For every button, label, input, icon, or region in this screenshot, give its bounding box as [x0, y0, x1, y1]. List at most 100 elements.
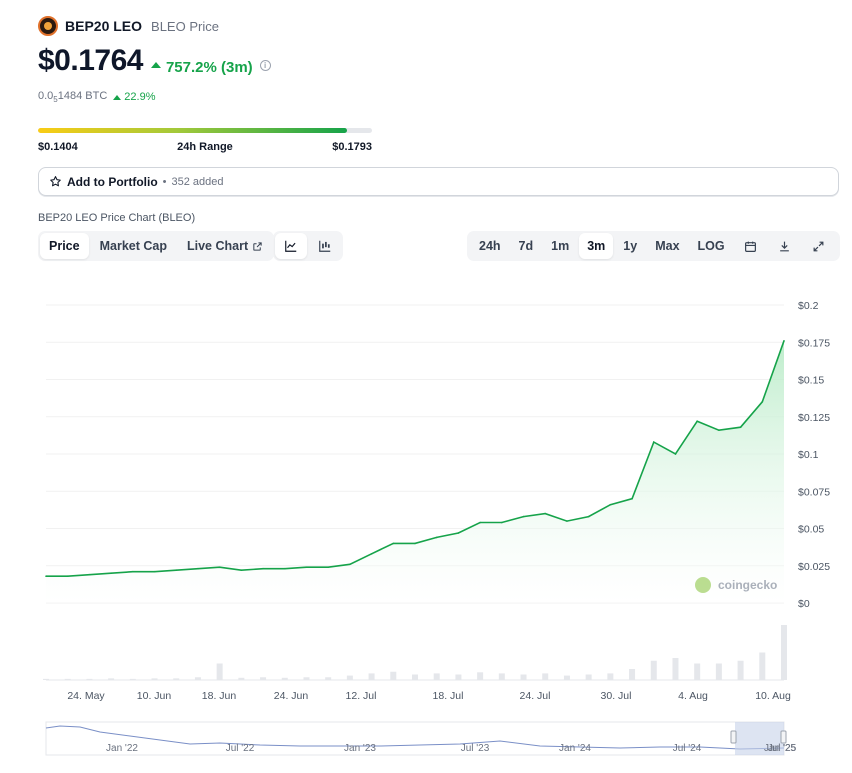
navigator-tick-label: Jul '24	[673, 743, 702, 754]
volume-bar	[477, 672, 484, 680]
navigator-tick-label: Jan '22	[106, 743, 138, 754]
navigator-tick-label: Jul '23	[461, 743, 490, 754]
y-tick-label: $0	[798, 598, 810, 610]
price-point	[392, 542, 395, 545]
volume-bar	[368, 673, 375, 680]
y-tick-label: $0.05	[798, 524, 824, 536]
portfolio-added-count: 352 added	[171, 175, 224, 188]
volume-bar	[607, 673, 614, 680]
price-point	[501, 521, 503, 524]
volume-bar	[520, 674, 527, 680]
range-7d[interactable]: 7d	[511, 233, 542, 259]
line-chart-button[interactable]	[275, 233, 307, 259]
range-label: 24h Range	[177, 141, 233, 153]
24h-range-fill	[38, 128, 347, 133]
x-tick-label: 18. Jun	[202, 690, 237, 702]
price-point	[761, 401, 764, 403]
price-point	[349, 563, 351, 566]
price-chart[interactable]: $0 $0.025 $0.05 $0.075 $0.1 $0.125 $0.15 $0.175…	[0, 270, 852, 710]
volume-bar	[542, 673, 549, 680]
x-tick-label: 4. Aug	[678, 690, 708, 702]
price-point	[783, 339, 785, 342]
price-point	[414, 542, 416, 545]
portfolio-label: Add to Portfolio	[67, 174, 158, 189]
coin-header: BEP20 LEO BLEO Price	[38, 16, 219, 36]
range-1m[interactable]: 1m	[543, 233, 577, 259]
y-tick-label: $0.125	[798, 412, 830, 424]
price-point	[305, 566, 308, 569]
navigator-tick-label: Jul '22	[226, 743, 255, 754]
fullscreen-button[interactable]	[803, 233, 835, 259]
candlestick-chart-button[interactable]	[309, 233, 341, 259]
time-range-selector: 24h 7d 1m 3m 1y Max LOG	[467, 231, 840, 261]
y-tick-label: $0.1	[798, 449, 819, 461]
calendar-icon	[745, 241, 757, 252]
chart-type-tabs: Price Market Cap Live Chart	[38, 231, 275, 261]
tab-price[interactable]: Price	[40, 233, 89, 259]
range-3m[interactable]: 3m	[579, 233, 614, 259]
volume-bar	[216, 663, 223, 680]
btc-price: 0.051484 BTC	[38, 90, 108, 105]
download-icon	[780, 241, 789, 251]
info-icon[interactable]: i	[259, 59, 271, 71]
volume-bar	[433, 673, 440, 680]
range-24h[interactable]: 24h	[471, 233, 509, 259]
price-point	[739, 426, 742, 428]
price-point	[327, 566, 329, 569]
price-point	[153, 570, 156, 573]
calendar-button[interactable]	[735, 233, 767, 259]
price-point	[457, 532, 460, 534]
line-chart-icon	[285, 240, 297, 252]
navigator-tick-label: Jan '24	[559, 743, 591, 754]
x-tick-label: 10. Aug	[755, 690, 791, 702]
price-point	[283, 567, 286, 570]
price-point	[197, 567, 199, 570]
y-tick-label: $0.075	[798, 486, 830, 498]
range-1y[interactable]: 1y	[615, 233, 645, 259]
volume-bar	[650, 660, 657, 680]
caret-up-icon	[113, 94, 122, 100]
24h-range-labels: $0.1404 24h Range $0.1793	[38, 141, 372, 153]
price-point	[609, 503, 612, 506]
price-point	[718, 429, 720, 431]
x-tick-label: 12. Jul	[346, 690, 377, 702]
coin-logo	[38, 16, 58, 36]
price-point	[674, 453, 677, 455]
price-point	[479, 521, 481, 524]
range-navigator[interactable]: Jan '22 Jul '22 Jan '23 Jul '23 Jan '24 Jul '…	[0, 718, 852, 773]
external-link-icon	[253, 241, 262, 251]
price-point	[45, 575, 47, 577]
caret-up-icon	[150, 62, 161, 68]
tab-market-cap[interactable]: Market Cap	[91, 233, 176, 259]
chart-view-toggle	[273, 231, 343, 261]
range-high: $0.1793	[332, 141, 372, 153]
volume-bar	[759, 652, 766, 680]
volume-bar	[737, 660, 744, 680]
price-change-value: 757.2% (3m)	[165, 58, 253, 76]
volume-bar	[672, 658, 679, 680]
watermark-text: coingecko	[718, 578, 777, 592]
chart-title: BEP20 LEO Price Chart (BLEO)	[38, 212, 196, 224]
price-point	[66, 575, 69, 577]
price-point	[175, 569, 178, 572]
add-to-portfolio-button[interactable]: Add to Portfolio • 352 added	[38, 167, 839, 196]
tab-live-chart[interactable]: Live Chart	[178, 233, 272, 259]
price-point	[696, 420, 698, 423]
volume-bar	[715, 663, 722, 680]
star-icon	[50, 176, 61, 187]
range-low: $0.1404	[38, 141, 78, 153]
volume-bar	[629, 669, 636, 680]
range-max[interactable]: Max	[647, 233, 687, 259]
price-point	[652, 441, 655, 443]
price-row: $0.1764 757.2% (3m) i	[38, 44, 271, 78]
x-tick-label: 24. May	[67, 690, 105, 702]
volume-bar	[455, 674, 462, 680]
price-point	[240, 569, 243, 572]
navigator-tick-label: Jan '23	[344, 743, 376, 754]
portfolio-separator: •	[162, 175, 167, 188]
x-tick-label: 10. Jun	[137, 690, 172, 702]
range-log[interactable]: LOG	[690, 233, 733, 259]
coin-subtitle: BLEO Price	[151, 18, 219, 34]
download-button[interactable]	[769, 233, 801, 259]
candlestick-icon	[319, 240, 331, 252]
